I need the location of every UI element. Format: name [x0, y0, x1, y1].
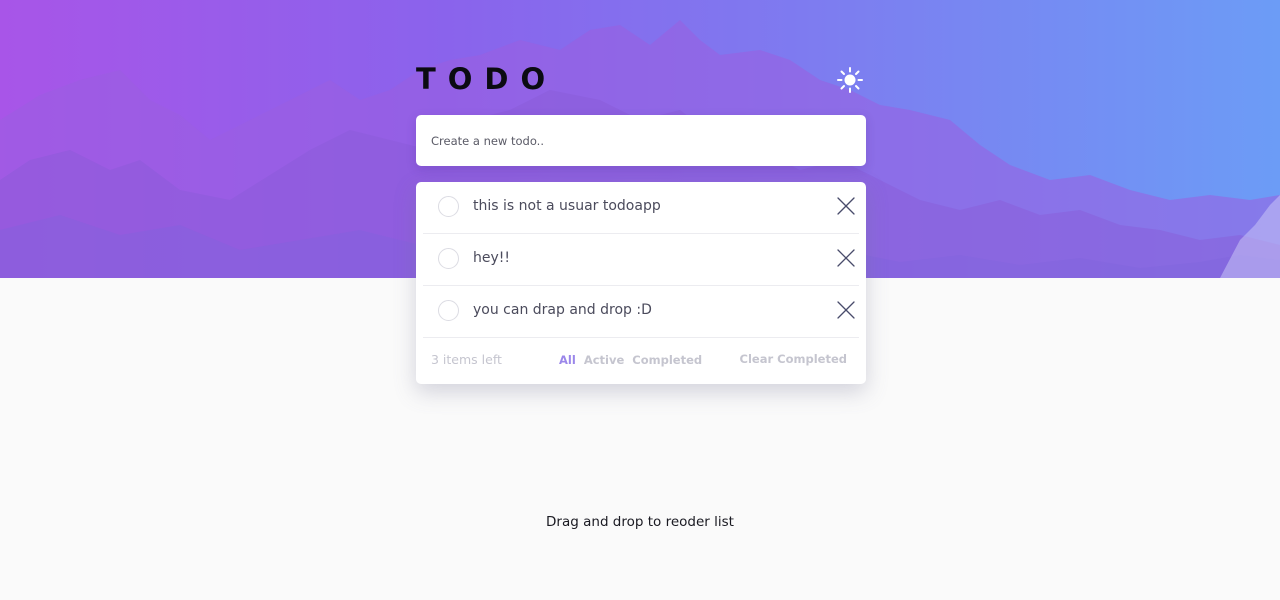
filter-completed[interactable]: Completed: [632, 353, 702, 367]
delete-todo-button[interactable]: [836, 196, 856, 216]
todo-checkbox[interactable]: [438, 248, 459, 269]
close-icon: [837, 249, 855, 267]
todo-item[interactable]: hey!!: [423, 234, 859, 286]
new-todo-field[interactable]: [416, 115, 866, 166]
new-todo-input[interactable]: [416, 115, 866, 166]
filter-group: All Active Completed: [559, 353, 706, 367]
todo-text: this is not a usuar todoapp: [473, 198, 661, 214]
drag-hint: Drag and drop to reoder list: [546, 514, 734, 530]
todo-footer: 3 items left All Active Completed Clear …: [416, 342, 866, 382]
filter-active[interactable]: Active: [584, 353, 624, 367]
todo-list-card: this is not a usuar todoapp hey!! you ca…: [416, 182, 866, 384]
clear-completed-button[interactable]: Clear Completed: [740, 352, 847, 366]
todo-text: hey!!: [473, 250, 510, 266]
delete-todo-button[interactable]: [836, 248, 856, 268]
todo-text: you can drap and drop :D: [473, 302, 652, 318]
theme-toggle-button[interactable]: [836, 66, 864, 94]
todo-item[interactable]: you can drap and drop :D: [423, 286, 859, 338]
todo-checkbox[interactable]: [438, 300, 459, 321]
close-icon: [837, 197, 855, 215]
close-icon: [837, 301, 855, 319]
page-title: TODO: [416, 62, 558, 96]
sun-icon: [837, 67, 863, 93]
todo-item[interactable]: this is not a usuar todoapp: [423, 182, 859, 234]
filter-all[interactable]: All: [559, 353, 576, 367]
todo-checkbox[interactable]: [438, 196, 459, 217]
items-left-count: 3 items left: [431, 352, 502, 367]
app-header: TODO: [416, 62, 866, 98]
delete-todo-button[interactable]: [836, 300, 856, 320]
